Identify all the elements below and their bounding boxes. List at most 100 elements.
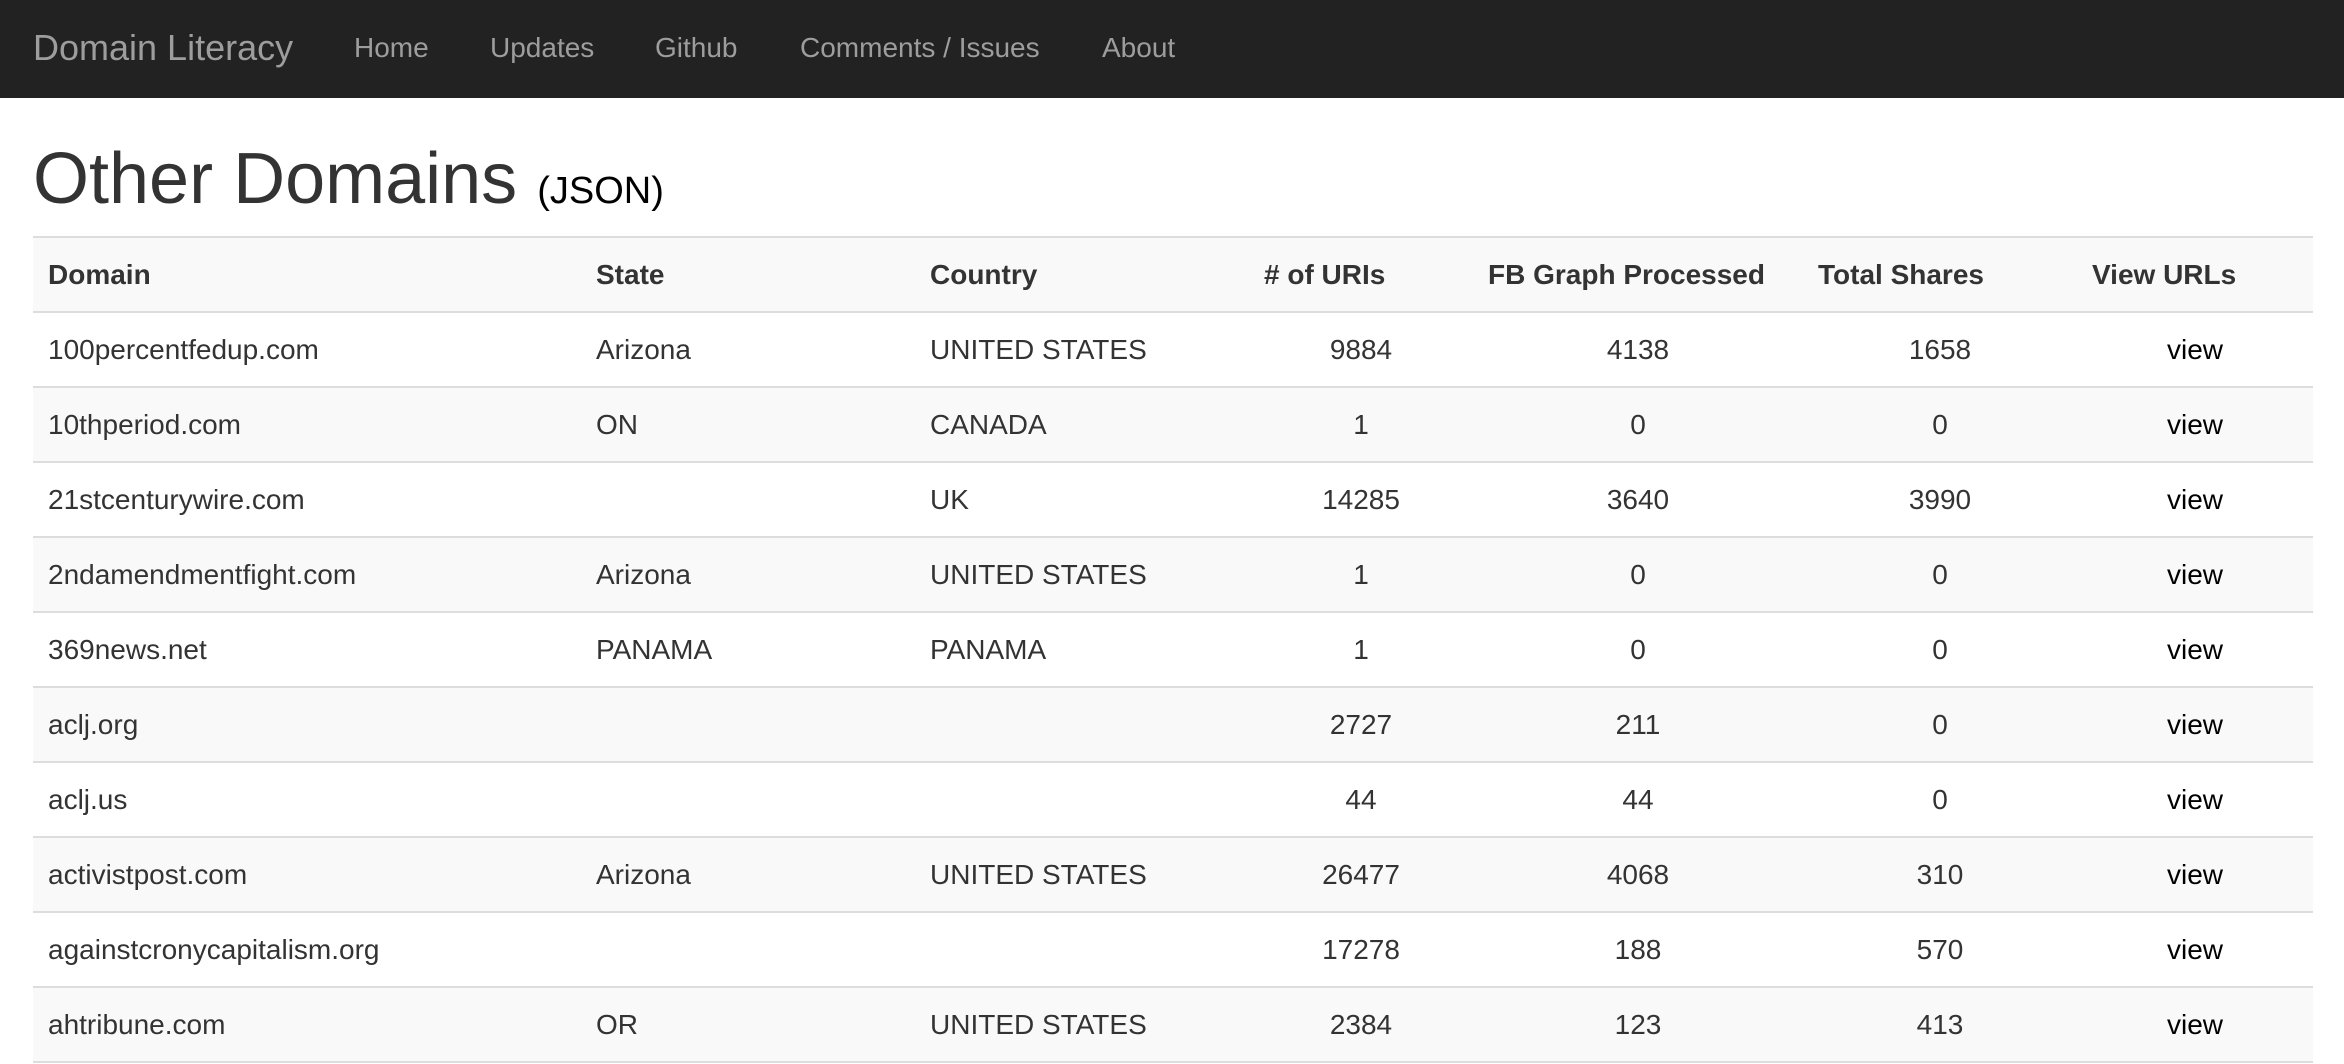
cell-fb-graph: 3640 <box>1473 461 1803 537</box>
nav-item-comments-issues[interactable]: Comments / Issues <box>800 0 1040 98</box>
table-row: 2ndamendmentfight.com Arizona UNITED STA… <box>33 536 2313 612</box>
cell-view: view <box>2077 386 2313 462</box>
cell-uris: 1 <box>1249 611 1473 687</box>
cell-country <box>915 761 1249 837</box>
brand-link[interactable]: Domain Literacy <box>33 0 293 98</box>
cell-view: view <box>2077 311 2313 387</box>
table-row: aclj.org 2727 211 0 view <box>33 686 2313 762</box>
column-header-total-shares: Total Shares <box>1803 236 2077 312</box>
cell-view: view <box>2077 461 2313 537</box>
cell-uris: 26477 <box>1249 836 1473 912</box>
view-urls-link[interactable]: view <box>2167 409 2223 440</box>
json-link[interactable]: (JSON) <box>537 170 664 212</box>
cell-state: ON <box>581 386 915 462</box>
view-urls-link[interactable]: view <box>2167 859 2223 890</box>
cell-domain: aclj.org <box>33 686 581 762</box>
cell-state <box>581 461 915 537</box>
cell-domain: ahtribune.com <box>33 986 581 1063</box>
cell-domain: 21stcenturywire.com <box>33 461 581 537</box>
cell-total-shares: 0 <box>1803 536 2077 612</box>
cell-total-shares: 0 <box>1803 686 2077 762</box>
nav-item-updates[interactable]: Updates <box>490 0 594 98</box>
cell-state: OR <box>581 986 915 1063</box>
column-header-domain: Domain <box>33 236 581 312</box>
cell-domain: 10thperiod.com <box>33 386 581 462</box>
cell-state: Arizona <box>581 836 915 912</box>
cell-view: view <box>2077 611 2313 687</box>
column-header-state: State <box>581 236 915 312</box>
cell-fb-graph: 4138 <box>1473 311 1803 387</box>
view-urls-link[interactable]: view <box>2167 1009 2223 1040</box>
cell-country: UNITED STATES <box>915 836 1249 912</box>
cell-domain: 100percentfedup.com <box>33 311 581 387</box>
cell-state <box>581 686 915 762</box>
column-header-view-urls: View URLs <box>2077 236 2313 312</box>
table-row: activistpost.com Arizona UNITED STATES 2… <box>33 836 2313 912</box>
cell-state <box>581 911 915 987</box>
cell-total-shares: 310 <box>1803 836 2077 912</box>
nav-item-home[interactable]: Home <box>354 0 429 98</box>
cell-uris: 44 <box>1249 761 1473 837</box>
cell-country: UK <box>915 461 1249 537</box>
view-urls-link[interactable]: view <box>2167 709 2223 740</box>
cell-fb-graph: 123 <box>1473 986 1803 1063</box>
cell-fb-graph: 188 <box>1473 911 1803 987</box>
cell-domain: activistpost.com <box>33 836 581 912</box>
cell-state: Arizona <box>581 311 915 387</box>
table-row: aclj.us 44 44 0 view <box>33 761 2313 837</box>
page-title: Other Domains (JSON) <box>33 136 664 234</box>
cell-domain: aclj.us <box>33 761 581 837</box>
table-row: ahtribune.com OR UNITED STATES 2384 123 … <box>33 986 2313 1063</box>
view-urls-link[interactable]: view <box>2167 634 2223 665</box>
cell-uris: 17278 <box>1249 911 1473 987</box>
cell-total-shares: 0 <box>1803 611 2077 687</box>
cell-fb-graph: 0 <box>1473 386 1803 462</box>
cell-uris: 14285 <box>1249 461 1473 537</box>
top-navbar: Domain Literacy Home Updates Github Comm… <box>0 0 2344 98</box>
view-urls-link[interactable]: view <box>2167 934 2223 965</box>
column-header-country: Country <box>915 236 1249 312</box>
cell-country: PANAMA <box>915 611 1249 687</box>
view-urls-link[interactable]: view <box>2167 484 2223 515</box>
cell-uris: 2727 <box>1249 686 1473 762</box>
nav-item-github[interactable]: Github <box>655 0 738 98</box>
cell-view: view <box>2077 911 2313 987</box>
view-urls-link[interactable]: view <box>2167 559 2223 590</box>
column-header-fb-graph: FB Graph Processed <box>1473 236 1803 312</box>
cell-country <box>915 911 1249 987</box>
table-row: 100percentfedup.com Arizona UNITED STATE… <box>33 311 2313 387</box>
cell-domain: 2ndamendmentfight.com <box>33 536 581 612</box>
table-row: 21stcenturywire.com UK 14285 3640 3990 v… <box>33 461 2313 537</box>
cell-view: view <box>2077 761 2313 837</box>
view-urls-link[interactable]: view <box>2167 334 2223 365</box>
cell-fb-graph: 0 <box>1473 611 1803 687</box>
column-header-uris: # of URIs <box>1249 236 1473 312</box>
cell-fb-graph: 44 <box>1473 761 1803 837</box>
cell-uris: 2384 <box>1249 986 1473 1063</box>
cell-country: CANADA <box>915 386 1249 462</box>
cell-uris: 1 <box>1249 536 1473 612</box>
cell-country: UNITED STATES <box>915 536 1249 612</box>
cell-fb-graph: 0 <box>1473 536 1803 612</box>
page-title-text: Other Domains <box>33 139 518 219</box>
view-urls-link[interactable]: view <box>2167 784 2223 815</box>
cell-view: view <box>2077 836 2313 912</box>
table-row: againstcronycapitalism.org 17278 188 570… <box>33 911 2313 987</box>
cell-state <box>581 761 915 837</box>
cell-country <box>915 686 1249 762</box>
nav-item-about[interactable]: About <box>1102 0 1175 98</box>
cell-view: view <box>2077 986 2313 1063</box>
table-header-row: Domain State Country # of URIs FB Graph … <box>33 236 2313 312</box>
cell-domain: 369news.net <box>33 611 581 687</box>
cell-state: PANAMA <box>581 611 915 687</box>
domains-table: Domain State Country # of URIs FB Graph … <box>33 236 2313 1063</box>
cell-total-shares: 413 <box>1803 986 2077 1063</box>
cell-total-shares: 3990 <box>1803 461 2077 537</box>
cell-fb-graph: 4068 <box>1473 836 1803 912</box>
cell-total-shares: 0 <box>1803 761 2077 837</box>
cell-country: UNITED STATES <box>915 311 1249 387</box>
cell-total-shares: 570 <box>1803 911 2077 987</box>
cell-uris: 1 <box>1249 386 1473 462</box>
table-row: 10thperiod.com ON CANADA 1 0 0 view <box>33 386 2313 462</box>
cell-state: Arizona <box>581 536 915 612</box>
